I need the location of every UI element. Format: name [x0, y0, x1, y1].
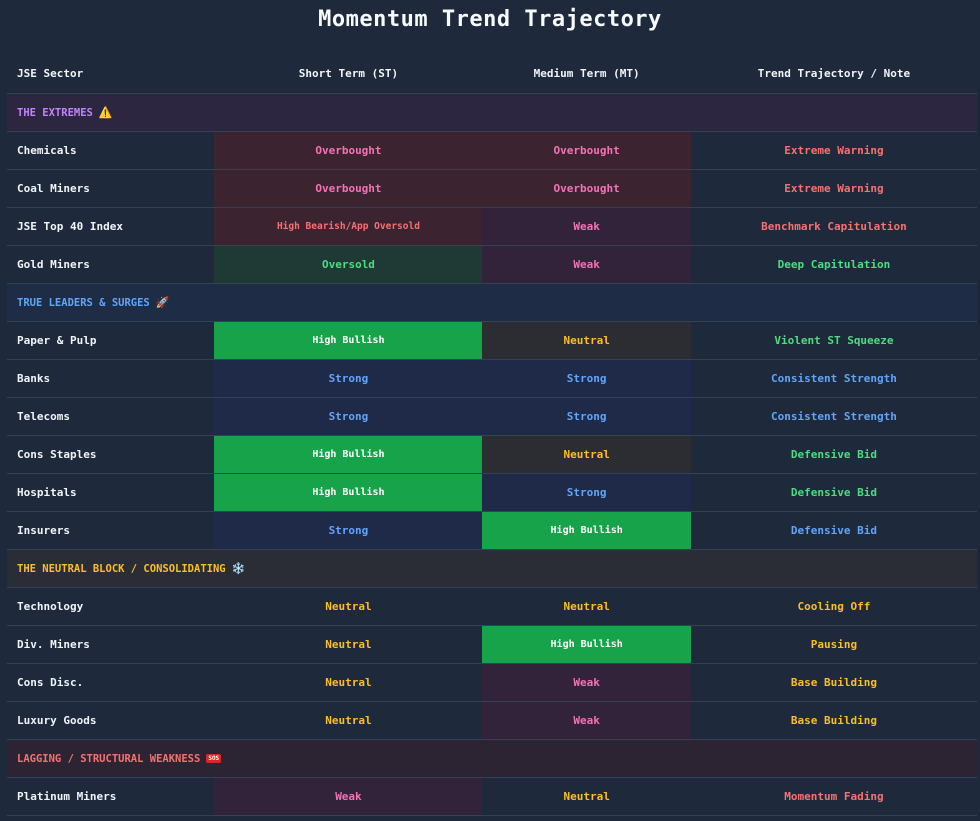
note-cell: Benchmark Capitulation — [690, 207, 977, 246]
st-cell: High Bearish/App Oversold — [214, 207, 483, 246]
table-row: Paper & Pulp High Bullish Neutral Violen… — [7, 321, 977, 360]
mt-cell: Neutral — [482, 435, 691, 474]
column-header-sector: JSE Sector — [7, 54, 215, 94]
table-row: Banks Strong Strong Consistent Strength — [7, 359, 977, 398]
note-cell: Deep Capitulation — [690, 245, 977, 284]
sector-cell: Cons Disc. — [7, 663, 215, 702]
mt-cell: High Bullish — [482, 511, 691, 550]
table-row: Div. Miners Neutral High Bullish Pausing — [7, 625, 977, 664]
st-cell: Neutral — [214, 701, 483, 740]
mt-cell: Overbought — [482, 169, 691, 208]
st-cell: Overbought — [214, 169, 483, 208]
section-row-lagging: LAGGING / STRUCTURAL WEAKNESS SOS — [7, 739, 977, 778]
sector-cell: Coal Miners — [7, 169, 215, 208]
sector-cell: Paper & Pulp — [7, 321, 215, 360]
table-row: Insurers Strong High Bullish Defensive B… — [7, 511, 977, 550]
mt-cell: High Bullish — [482, 625, 691, 664]
st-cell: Overbought — [214, 131, 483, 170]
note-cell: Extreme Warning — [690, 131, 977, 170]
page-title: Momentum Trend Trajectory — [318, 7, 662, 32]
column-header-short-term: Short Term (ST) — [214, 54, 483, 94]
sos-icon: SOS — [206, 754, 222, 763]
st-cell: High Bullish — [214, 473, 483, 512]
snowflake-icon: ❄️ — [231, 562, 246, 575]
note-cell: Consistent Strength — [690, 397, 977, 436]
header-row: JSE Sector Short Term (ST) Medium Term (… — [7, 54, 977, 94]
table-row: Gold Miners Oversold Weak Deep Capitulat… — [7, 245, 977, 284]
st-cell: Neutral — [214, 587, 483, 626]
section-label: LAGGING / STRUCTURAL WEAKNESS — [17, 752, 201, 765]
note-cell: Defensive Bid — [690, 511, 977, 550]
st-cell: Strong — [214, 397, 483, 436]
momentum-table: JSE Sector Short Term (ST) Medium Term (… — [7, 54, 977, 816]
mt-cell: Weak — [482, 245, 691, 284]
note-cell: Momentum Fading — [690, 777, 977, 816]
mt-cell: Strong — [482, 359, 691, 398]
note-cell: Base Building — [690, 701, 977, 740]
st-cell: Oversold — [214, 245, 483, 284]
sector-cell: Chemicals — [7, 131, 215, 170]
table-row: Cons Disc. Neutral Weak Base Building — [7, 663, 977, 702]
sector-cell: Banks — [7, 359, 215, 398]
st-cell: Strong — [214, 359, 483, 398]
table-row: Technology Neutral Neutral Cooling Off — [7, 587, 977, 626]
sector-cell: Technology — [7, 587, 215, 626]
table-row: Cons Staples High Bullish Neutral Defens… — [7, 435, 977, 474]
note-cell: Pausing — [690, 625, 977, 664]
mt-cell: Neutral — [482, 587, 691, 626]
st-cell: Neutral — [214, 663, 483, 702]
st-cell: High Bullish — [214, 435, 483, 474]
sector-cell: Gold Miners — [7, 245, 215, 284]
note-cell: Extreme Warning — [690, 169, 977, 208]
section-label: THE EXTREMES — [17, 107, 93, 119]
note-cell: Consistent Strength — [690, 359, 977, 398]
table-row: Chemicals Overbought Overbought Extreme … — [7, 131, 977, 170]
table-row: Telecoms Strong Strong Consistent Streng… — [7, 397, 977, 436]
sector-cell: Div. Miners — [7, 625, 215, 664]
rocket-icon: 🚀 — [155, 296, 170, 309]
st-cell: Weak — [214, 777, 483, 816]
table-row: Hospitals High Bullish Strong Defensive … — [7, 473, 977, 512]
table-row: Luxury Goods Neutral Weak Base Building — [7, 701, 977, 740]
sector-cell: Luxury Goods — [7, 701, 215, 740]
mt-cell: Overbought — [482, 131, 691, 170]
note-cell: Base Building — [690, 663, 977, 702]
note-cell: Defensive Bid — [690, 473, 977, 512]
section-header: THE EXTREMES ⚠️ — [7, 93, 977, 132]
st-cell: Neutral — [214, 625, 483, 664]
sector-cell: Insurers — [7, 511, 215, 550]
mt-cell: Weak — [482, 207, 691, 246]
warning-icon: ⚠️ — [98, 106, 113, 119]
st-cell: High Bullish — [214, 321, 483, 360]
section-row-extremes: THE EXTREMES ⚠️ — [7, 93, 977, 132]
sector-cell: Platinum Miners — [7, 777, 215, 816]
column-header-medium-term: Medium Term (MT) — [482, 54, 691, 94]
mt-cell: Strong — [482, 397, 691, 436]
note-cell: Cooling Off — [690, 587, 977, 626]
sector-cell: Telecoms — [7, 397, 215, 436]
note-cell: Violent ST Squeeze — [690, 321, 977, 360]
section-row-leaders: TRUE LEADERS & SURGES 🚀 — [7, 283, 977, 322]
mt-cell: Weak — [482, 663, 691, 702]
section-label: THE NEUTRAL BLOCK / CONSOLIDATING — [17, 563, 226, 575]
section-header: TRUE LEADERS & SURGES 🚀 — [7, 283, 977, 322]
table-row: JSE Top 40 Index High Bearish/App Overso… — [7, 207, 977, 246]
mt-cell: Neutral — [482, 777, 691, 816]
section-label: TRUE LEADERS & SURGES — [17, 297, 150, 309]
mt-cell: Weak — [482, 701, 691, 740]
note-cell: Defensive Bid — [690, 435, 977, 474]
section-header: THE NEUTRAL BLOCK / CONSOLIDATING ❄️ — [7, 549, 977, 588]
section-row-neutral: THE NEUTRAL BLOCK / CONSOLIDATING ❄️ — [7, 549, 977, 588]
table-row: Coal Miners Overbought Overbought Extrem… — [7, 169, 977, 208]
table-row: Platinum Miners Weak Neutral Momentum Fa… — [7, 777, 977, 816]
st-cell: Strong — [214, 511, 483, 550]
sector-cell: Hospitals — [7, 473, 215, 512]
sector-cell: JSE Top 40 Index — [7, 207, 215, 246]
section-header: LAGGING / STRUCTURAL WEAKNESS SOS — [7, 739, 977, 778]
mt-cell: Neutral — [482, 321, 691, 360]
mt-cell: Strong — [482, 473, 691, 512]
sector-cell: Cons Staples — [7, 435, 215, 474]
column-header-note: Trend Trajectory / Note — [690, 54, 977, 94]
